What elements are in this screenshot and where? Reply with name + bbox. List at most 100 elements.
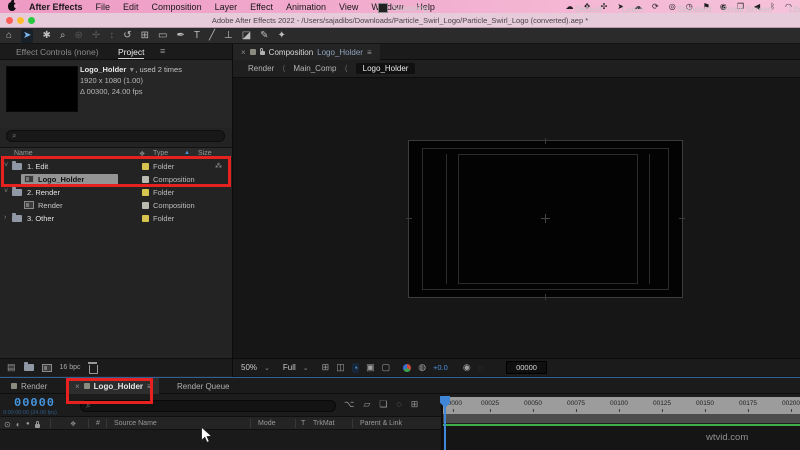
choose-grid-icon[interactable]: ⊞ <box>322 362 330 373</box>
apple-menu-icon[interactable] <box>8 0 18 11</box>
column-divider <box>295 419 296 428</box>
circle-zero-icon[interactable]: ◎ <box>669 2 676 11</box>
transparency-grid-icon[interactable]: ◍ <box>418 362 426 373</box>
item-name[interactable]: 3. Other <box>27 214 54 223</box>
tab-composition[interactable]: × Composition Logo_Holder ≡ <box>233 44 380 60</box>
cloud-icon[interactable]: ☁ <box>565 2 573 11</box>
preview-timecode[interactable]: 00000 <box>506 361 547 374</box>
video-eye-icon[interactable]: ⊙ <box>4 420 11 429</box>
pen-tool[interactable]: ✒ <box>176 29 184 43</box>
workspace-small-screen[interactable]: Small Screen <box>722 4 773 14</box>
pan-camera-tool: ✛ <box>91 29 101 41</box>
exposure-value[interactable]: +0.0 <box>433 363 448 372</box>
rotation-tool[interactable]: ↺ <box>123 29 131 43</box>
lock-icon[interactable] <box>35 421 40 428</box>
tab-project[interactable]: Project <box>118 47 145 59</box>
draft-3d-icon[interactable]: ▱ <box>363 399 370 410</box>
column-trkmat[interactable]: TrkMat <box>313 420 335 427</box>
menu-app-name[interactable]: After Effects <box>29 2 83 12</box>
eraser-tool[interactable]: ◪ <box>242 29 251 43</box>
frame-blending-icon[interactable]: ❏ <box>379 399 387 410</box>
color-swatch[interactable] <box>142 189 149 196</box>
menu-effect[interactable]: Effect <box>250 2 273 12</box>
brush-tool[interactable]: ╱ <box>209 29 215 43</box>
mask-visibility-icon[interactable]: ◔ <box>351 362 360 373</box>
interpret-footage-icon[interactable]: ▤ <box>7 362 16 373</box>
project-row-other-folder[interactable]: › 3. Other Folder <box>0 212 232 225</box>
collapse-chevron-icon[interactable]: › <box>4 214 6 221</box>
label-column-icon[interactable]: ❖ <box>70 420 76 428</box>
column-t[interactable]: T <box>301 420 305 427</box>
zoom-tool[interactable]: ⌕ <box>60 29 66 43</box>
roto-brush-tool[interactable]: ✎ <box>260 29 268 43</box>
color-swatch[interactable] <box>142 202 149 209</box>
workspace-libraries[interactable]: Lib <box>789 4 800 14</box>
project-search-input[interactable]: ⌕ <box>6 130 225 142</box>
guides-icon[interactable]: ▢ <box>382 362 391 373</box>
hand-tool[interactable]: ✱ <box>42 29 50 43</box>
trash-icon[interactable] <box>87 361 98 374</box>
menu-layer[interactable]: Layer <box>215 2 238 12</box>
clone-stamp-tool[interactable]: ⊥ <box>224 29 233 43</box>
snapping-control[interactable]: Snapping <box>378 3 428 13</box>
color-depth-button[interactable]: 16 bpc <box>60 364 81 371</box>
composition-viewer[interactable] <box>233 78 800 358</box>
workspace-learn[interactable]: Learn <box>622 4 644 14</box>
menu-file[interactable]: File <box>96 2 111 12</box>
type-tool[interactable]: T <box>194 29 200 43</box>
menu-composition[interactable]: Composition <box>152 2 202 12</box>
channel-icon[interactable] <box>403 363 412 372</box>
audio-speaker-icon[interactable]: ◖ <box>15 420 20 429</box>
column-source-name[interactable]: Source Name <box>114 420 157 427</box>
graph-editor-icon[interactable]: ⊞ <box>411 399 419 410</box>
close-tab-icon[interactable]: × <box>241 48 246 57</box>
comp-mini-flowchart-icon[interactable]: ⌥ <box>344 399 354 410</box>
sync-app-icon[interactable]: ⟳ <box>652 2 659 11</box>
layer-list-area[interactable] <box>0 430 441 450</box>
snapshot-camera-icon[interactable]: ◉ <box>463 362 471 373</box>
pan-behind-tool[interactable]: ⊞ <box>141 29 149 43</box>
motion-blur-icon[interactable]: ◌ <box>396 399 401 410</box>
new-folder-icon[interactable] <box>23 362 34 371</box>
work-area-bar[interactable] <box>443 414 800 423</box>
column-mode[interactable]: Mode <box>258 420 276 427</box>
project-row-render-comp[interactable]: Render Composition <box>0 199 232 212</box>
breadcrumb-main-comp[interactable]: Main_Comp <box>293 64 336 73</box>
selection-tool[interactable]: ➤ <box>21 28 34 43</box>
tab-effect-controls[interactable]: Effect Controls (none) <box>16 47 99 57</box>
breadcrumb-render[interactable]: Render <box>248 64 274 73</box>
shape-tool[interactable]: ▭ <box>158 29 167 43</box>
solo-icon[interactable]: ● <box>26 421 30 427</box>
panel-menu-icon[interactable]: ≡ <box>160 46 165 56</box>
new-composition-icon[interactable] <box>41 363 52 372</box>
workspace-standard[interactable]: Standard <box>677 4 712 14</box>
expand-chevron-icon[interactable]: ˅ <box>4 188 8 195</box>
panel-menu-icon[interactable]: ≡ <box>367 48 372 57</box>
column-parent-link[interactable]: Parent & Link <box>360 420 402 427</box>
tab-render-comp[interactable]: Render <box>4 378 54 394</box>
region-of-interest-icon[interactable]: ▣ <box>366 362 375 373</box>
workspace-default[interactable]: Default <box>575 4 602 14</box>
edge-tick <box>545 294 546 300</box>
color-swatch[interactable] <box>142 215 149 222</box>
current-time-display[interactable]: 00000 <box>14 396 55 410</box>
resolution-select[interactable]: Full <box>283 363 296 372</box>
home-tool[interactable]: ⌂ <box>6 29 12 43</box>
puppet-pin-tool[interactable]: ✦ <box>278 29 286 43</box>
time-ruler[interactable]: 00000 00025 00050 00075 00100 00125 0015… <box>443 397 800 414</box>
magnification-select[interactable]: 50% <box>241 363 257 372</box>
lock-icon[interactable] <box>259 48 265 55</box>
project-row-render-folder[interactable]: ˅ 2. Render Folder <box>0 186 232 199</box>
item-name[interactable]: Render <box>38 201 63 210</box>
item-name[interactable]: 2. Render <box>27 188 60 197</box>
item-dimensions: 1920 x 1080 (1.00) <box>80 76 143 85</box>
ruler-tick: 00175 <box>738 400 758 412</box>
breadcrumb-logo-holder[interactable]: Logo_Holder <box>355 63 416 74</box>
tab-render-queue[interactable]: Render Queue <box>170 378 236 394</box>
menu-view[interactable]: View <box>339 2 358 12</box>
menu-animation[interactable]: Animation <box>286 2 326 12</box>
menu-edit[interactable]: Edit <box>123 2 139 12</box>
preview-layout-icon[interactable]: ◫ <box>336 362 345 373</box>
column-number[interactable]: # <box>96 420 100 427</box>
snapping-checkbox[interactable] <box>378 3 388 13</box>
